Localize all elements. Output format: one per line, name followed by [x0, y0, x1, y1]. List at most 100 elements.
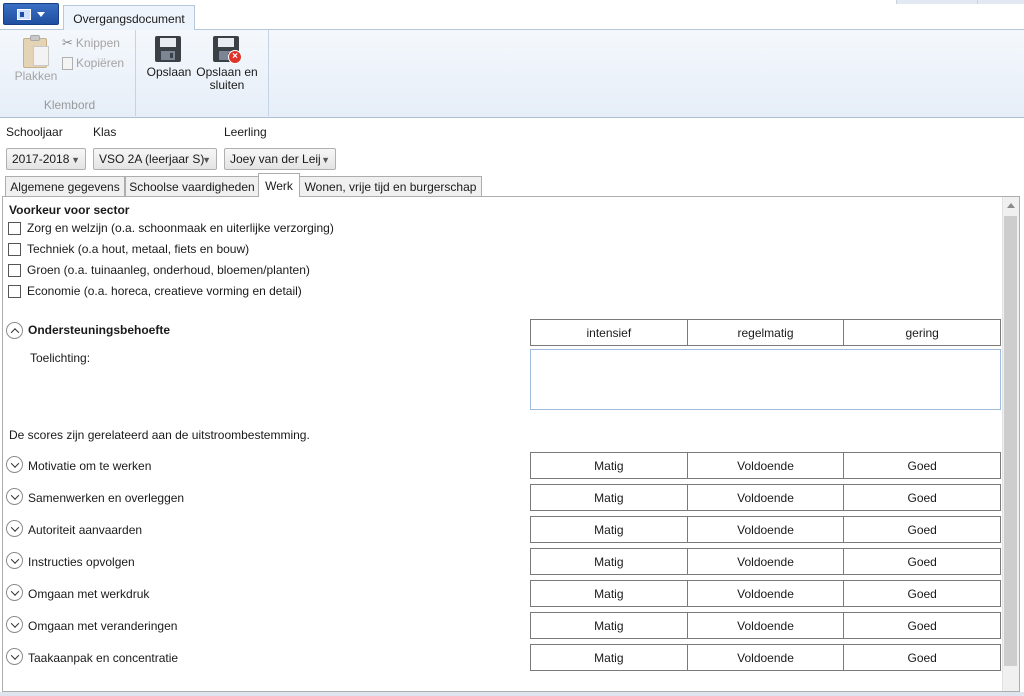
floppy-disk-close-icon: × — [213, 36, 242, 64]
expand-chevron-icon[interactable] — [6, 488, 23, 505]
clipboard-icon — [21, 34, 51, 68]
expand-chevron-icon[interactable] — [6, 648, 23, 665]
expand-chevron-icon[interactable] — [6, 456, 23, 473]
support-option-regelmatig[interactable]: regelmatig — [687, 319, 845, 346]
clipboard-group-label: Klembord — [43, 98, 96, 112]
sector-option-label: Groen (o.a. tuinaanleg, onderhoud, bloem… — [27, 263, 310, 277]
score-label: Autoriteit aanvaarden — [28, 523, 143, 537]
sector-option-label: Techniek (o.a hout, metaal, fiets en bou… — [27, 242, 250, 256]
cut-label: Knippen — [75, 36, 120, 50]
expand-chevron-icon[interactable] — [6, 552, 23, 569]
window-controls-area — [896, 0, 1024, 4]
copy-button[interactable]: Kopiëren — [62, 56, 124, 70]
schooljaar-dropdown[interactable]: 2017-2018 ▼ — [6, 148, 86, 170]
checkbox[interactable] — [8, 221, 21, 235]
score-option-goed[interactable]: Goed — [844, 484, 1002, 511]
score-option-goed[interactable]: Goed — [844, 548, 1002, 575]
score-option-goed[interactable]: Goed — [844, 452, 1002, 479]
score-label: Motivatie om te werken — [28, 459, 152, 473]
schooljaar-value: 2017-2018 — [12, 152, 70, 166]
dropdown-arrow-icon — [37, 11, 45, 17]
score-option-matig[interactable]: Matig — [530, 644, 688, 671]
scroll-up-arrow-icon[interactable] — [1002, 197, 1019, 214]
scissors-icon: ✂ — [62, 35, 73, 50]
score-label: Taakaanpak en concentratie — [28, 651, 179, 665]
floppy-disk-icon — [155, 36, 183, 64]
score-option-matig[interactable]: Matig — [530, 580, 688, 607]
clipboard-group: Plakken ✂ Knippen Kopiëren Klembord — [4, 30, 136, 116]
score-label: Omgaan met werkdruk — [28, 587, 150, 601]
schooljaar-label: Schooljaar — [6, 125, 63, 139]
checkbox[interactable] — [8, 242, 21, 256]
scores-note: De scores zijn gerelateerd aan de uitstr… — [9, 428, 310, 442]
score-option-goed[interactable]: Goed — [844, 580, 1002, 607]
support-option-gering[interactable]: gering — [844, 319, 1002, 346]
tab-schoolse-vaardigheden[interactable]: Schoolse vaardigheden — [125, 176, 259, 196]
expand-chevron-icon[interactable] — [6, 616, 23, 633]
ribbon-tab-overgangsdocument[interactable]: Overgangsdocument — [63, 5, 195, 31]
sector-option-label: Zorg en welzijn (o.a. schoonmaak en uite… — [27, 221, 334, 235]
score-option-voldoende[interactable]: Voldoende — [687, 452, 845, 479]
title-tab-strip: Overgangsdocument — [0, 0, 1024, 31]
klas-value: VSO 2A (leerjaar S) — [99, 152, 205, 166]
score-option-voldoende[interactable]: Voldoende — [687, 644, 845, 671]
scrollbar-thumb[interactable] — [1004, 216, 1017, 666]
support-title: Ondersteuningsbehoefte — [28, 323, 171, 337]
klas-dropdown[interactable]: VSO 2A (leerjaar S) ▼ — [93, 148, 217, 170]
score-selector-werkdruk: Matig Voldoende Goed — [530, 580, 1002, 607]
score-selector-motivatie: Matig Voldoende Goed — [530, 452, 1002, 479]
score-option-voldoende[interactable]: Voldoende — [687, 484, 845, 511]
score-option-goed[interactable]: Goed — [844, 612, 1002, 639]
chevron-down-icon: ▼ — [202, 155, 211, 165]
score-option-goed[interactable]: Goed — [844, 516, 1002, 543]
tab-algemene-gegevens[interactable]: Algemene gegevens — [5, 176, 125, 196]
expand-chevron-icon[interactable] — [6, 584, 23, 601]
paste-button[interactable]: Plakken — [12, 34, 60, 83]
support-level-selector: intensief regelmatig gering — [530, 319, 1002, 346]
support-option-intensief[interactable]: intensief — [530, 319, 688, 346]
leerling-dropdown[interactable]: Joey van der Leij ▼ — [224, 148, 336, 170]
tab-werk[interactable]: Werk — [258, 173, 300, 197]
score-label: Samenwerken en overleggen — [28, 491, 185, 505]
save-close-label-2: sluiten — [209, 78, 245, 92]
score-option-voldoende[interactable]: Voldoende — [687, 580, 845, 607]
score-selector-autoriteit: Matig Voldoende Goed — [530, 516, 1002, 543]
save-and-close-button[interactable]: × Opslaan en sluiten — [195, 32, 259, 92]
score-selector-samenwerken: Matig Voldoende Goed — [530, 484, 1002, 511]
copy-icon — [62, 56, 73, 70]
checkbox[interactable] — [8, 263, 21, 277]
score-option-voldoende[interactable]: Voldoende — [687, 612, 845, 639]
save-group: Opslaan × Opslaan en sluiten — [137, 30, 269, 116]
sector-option-techniek[interactable]: Techniek (o.a hout, metaal, fiets en bou… — [8, 242, 249, 256]
save-button[interactable]: Opslaan — [145, 32, 193, 79]
collapse-chevron-icon[interactable] — [6, 322, 23, 339]
leerling-label: Leerling — [224, 125, 267, 139]
tab-wonen-vrije-tijd-burgerschap[interactable]: Wonen, vrije tijd en burgerschap — [299, 176, 482, 196]
copy-label: Kopiëren — [76, 56, 125, 70]
cut-button[interactable]: ✂ Knippen — [62, 35, 120, 51]
score-selector-veranderingen: Matig Voldoende Goed — [530, 612, 1002, 639]
score-option-goed[interactable]: Goed — [844, 644, 1002, 671]
score-option-voldoende[interactable]: Voldoende — [687, 516, 845, 543]
application-menu-button[interactable] — [3, 3, 59, 25]
toelichting-label: Toelichting: — [30, 351, 91, 365]
checkbox[interactable] — [8, 284, 21, 298]
expand-chevron-icon[interactable] — [6, 520, 23, 537]
leerling-value: Joey van der Leij — [230, 152, 321, 166]
score-label: Instructies opvolgen — [28, 555, 135, 569]
klas-label: Klas — [93, 125, 117, 139]
app-menu-icon — [17, 8, 31, 20]
sector-title: Voorkeur voor sector — [9, 203, 130, 217]
score-option-matig[interactable]: Matig — [530, 452, 688, 479]
score-option-matig[interactable]: Matig — [530, 612, 688, 639]
sector-option-zorg[interactable]: Zorg en welzijn (o.a. schoonmaak en uite… — [8, 221, 334, 235]
toelichting-textarea[interactable] — [530, 349, 1001, 410]
score-option-matig[interactable]: Matig — [530, 516, 688, 543]
chevron-down-icon: ▼ — [71, 155, 80, 165]
score-option-matig[interactable]: Matig — [530, 484, 688, 511]
sector-option-groen[interactable]: Groen (o.a. tuinaanleg, onderhoud, bloem… — [8, 263, 310, 277]
sector-option-economie[interactable]: Economie (o.a. horeca, creatieve vorming… — [8, 284, 302, 298]
score-option-voldoende[interactable]: Voldoende — [687, 548, 845, 575]
score-option-matig[interactable]: Matig — [530, 548, 688, 575]
window-bottom-border — [0, 692, 1024, 696]
